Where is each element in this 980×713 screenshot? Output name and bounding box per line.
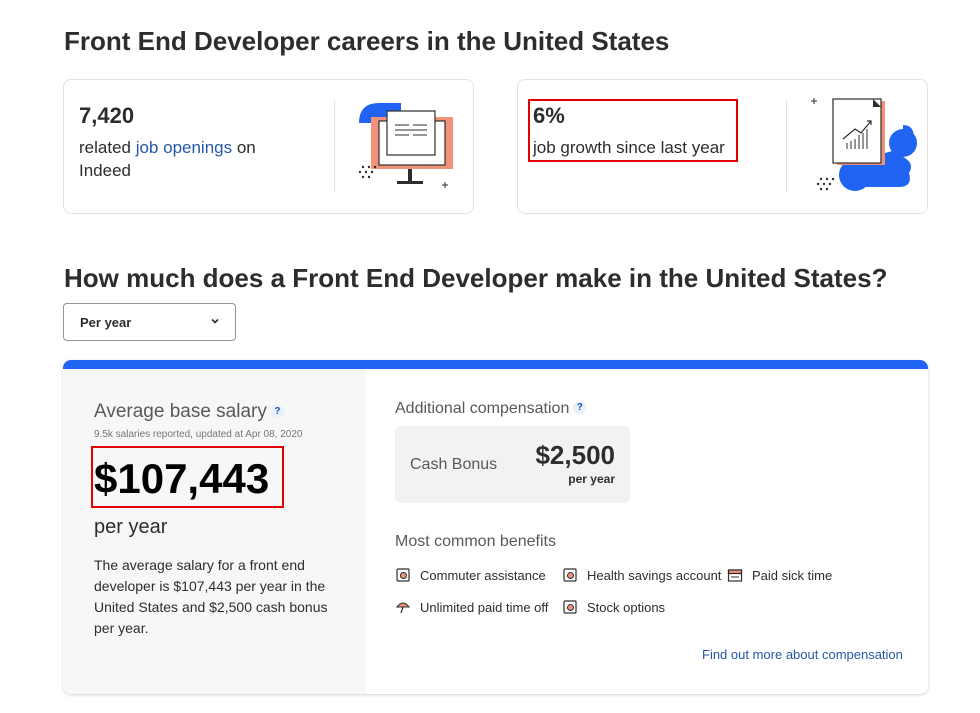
benefit-item: Health savings account	[562, 567, 721, 583]
benefit-label: Paid sick time	[752, 567, 833, 583]
careers-title: Front End Developer careers in the Unite…	[64, 26, 670, 56]
salary-period: per year	[94, 516, 168, 538]
salaries-reported-note: 9.5k salaries reported, updated at Apr 0…	[94, 429, 303, 440]
openings-description: related job openings on Indeed	[79, 136, 309, 182]
period-select[interactable]: Per year	[63, 303, 236, 341]
piggy-bank-icon	[563, 568, 577, 582]
benefit-item: Paid sick time	[727, 567, 832, 583]
salary-section-title: How much does a Front End Developer make…	[64, 263, 888, 293]
divider	[786, 100, 787, 192]
benefit-item: Stock options	[562, 599, 665, 615]
chevron-down-icon	[211, 318, 219, 324]
cash-bonus-period: per year	[568, 472, 615, 486]
divider	[334, 100, 335, 192]
stock-options-icon	[563, 600, 577, 614]
cash-bonus-box: Cash Bonus $2,500 per year	[395, 426, 630, 503]
compensation-more-link[interactable]: Find out more about compensation	[702, 647, 903, 662]
benefits-title: Most common benefits	[395, 533, 556, 550]
openings-text-before: related	[79, 138, 136, 157]
additional-compensation-label: Additional compensation?	[395, 400, 587, 418]
additional-compensation-text: Additional compensation	[395, 400, 570, 417]
growth-chart-illustration-icon	[811, 98, 917, 191]
benefit-label: Commuter assistance	[420, 567, 546, 583]
help-icon[interactable]: ?	[270, 405, 284, 418]
benefit-label: Stock options	[587, 599, 666, 615]
average-salary-label: Average base salary?	[94, 401, 284, 423]
salary-summary: The average salary for a front end devel…	[94, 557, 328, 636]
period-select-value: Per year	[80, 315, 132, 330]
help-icon[interactable]: ?	[573, 401, 587, 414]
openings-count: 7,420	[79, 103, 135, 128]
commuter-icon	[396, 568, 410, 582]
monitor-illustration-icon	[358, 103, 453, 188]
calendar-icon	[727, 569, 743, 582]
umbrella-icon	[395, 602, 411, 614]
benefit-item: Commuter assistance	[395, 567, 546, 583]
benefit-label: Unlimited paid time off	[420, 599, 549, 615]
benefit-label: Health savings account	[587, 567, 722, 583]
average-salary-label-text: Average base salary	[94, 401, 267, 422]
job-openings-card: 7,420 related job openings on Indeed	[63, 79, 474, 214]
growth-highlight-box	[528, 99, 738, 162]
panel-accent-bar	[63, 360, 928, 369]
cash-bonus-amount: $2,500	[535, 440, 615, 470]
job-openings-link[interactable]: job openings	[136, 138, 232, 157]
cash-bonus-label: Cash Bonus	[410, 456, 498, 473]
benefit-item: Unlimited paid time off	[395, 599, 548, 615]
salary-highlight-box	[91, 446, 284, 508]
